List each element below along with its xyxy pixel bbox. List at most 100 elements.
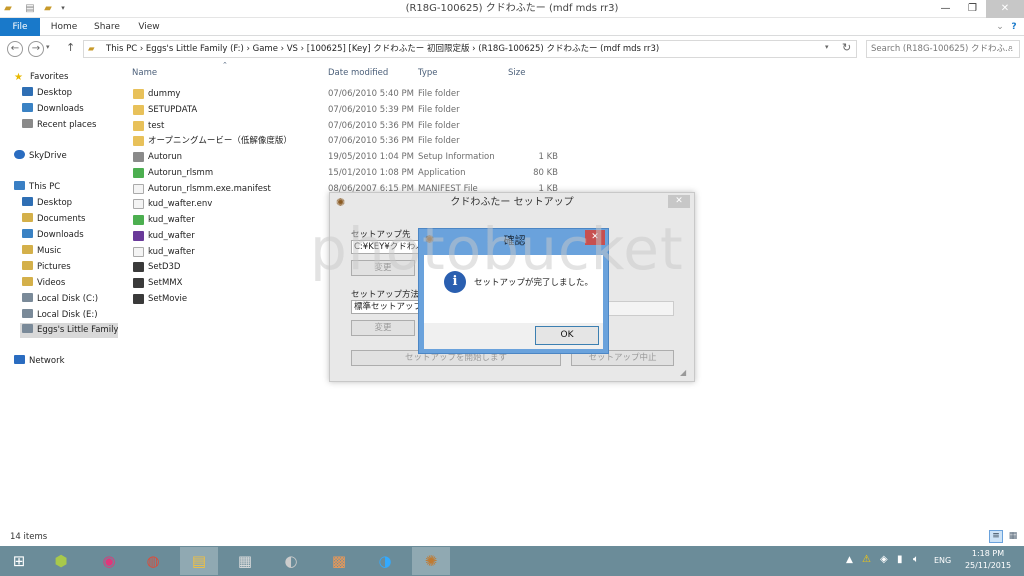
nav-label: Downloads [37,104,84,114]
file-type: Setup Information [418,152,495,162]
clock-time: 1:18 PM [971,549,1005,558]
file-name: SetMMX [148,278,183,288]
tool-app-icon[interactable]: ◐ [272,547,310,575]
file-row[interactable]: Autorun_rlsmm 15/01/2010 1:08 PM Applicati… [131,165,591,181]
network-signal-icon[interactable]: ▮ [897,554,903,565]
tab-view[interactable]: View [132,18,166,36]
file-row[interactable]: Autorun 19/05/2010 1:04 PM Setup Informati… [131,149,591,165]
column-header-size[interactable]: Size [508,66,525,80]
address-dropdown-icon[interactable]: ▾ [825,43,829,51]
nav-pc-documents[interactable]: Documents [22,212,142,227]
nav-thispc[interactable]: This PC [14,180,134,195]
nav-pc-desktop[interactable]: Desktop [22,196,142,211]
nav-network[interactable]: Network [14,354,134,369]
column-header-date[interactable]: Date modified [328,66,388,80]
nav-fav-desktop[interactable]: Desktop [22,86,142,101]
resize-grip-icon[interactable]: ◢ [680,368,686,377]
nav-favorites[interactable]: ★ Favorites [14,70,134,85]
help-icon[interactable]: ? [1008,18,1020,36]
nav-pc-music[interactable]: Music [22,244,142,259]
nav-pc-downloads[interactable]: Downloads [22,228,142,243]
file-explorer-icon[interactable]: ▤ [180,547,218,575]
app-icon [133,215,144,225]
file-row[interactable]: オープニングムービー（低解像度版） 07/06/2010 5:36 PM File … [131,133,591,149]
expand-ribbon-icon[interactable]: ⌄ [994,18,1006,36]
media-player-icon[interactable]: ◉ [90,547,128,575]
start-button[interactable]: ⊞ [0,547,38,575]
volume-icon[interactable]: 🔈︎ [913,554,919,565]
app-tray-icon[interactable]: ◈ [880,554,888,565]
customize-quick-access-icon[interactable]: ▾ [57,2,69,15]
refresh-icon[interactable]: ↻ [842,41,851,54]
input-language[interactable]: ENG [934,556,951,565]
forward-button[interactable]: → [28,41,44,57]
up-arrow-icon[interactable]: ↑ [66,41,75,54]
method-option-field[interactable] [608,301,674,316]
file-name: kud_wafter [148,230,195,241]
file-date: 07/06/2010 5:40 PM [328,89,414,99]
downloads-icon [22,103,33,112]
remote-app-icon[interactable]: ▦ [226,547,264,575]
recent-locations-icon[interactable]: ▾ [46,43,50,51]
file-name: Autorun_rlsmm.exe.manifest [148,183,271,194]
show-hidden-icons-icon[interactable]: ▲ [846,555,853,565]
recent-places-icon [22,119,33,128]
large-icons-view-icon[interactable]: ▦ [1006,530,1020,543]
maximize-button[interactable]: ❐ [959,0,986,18]
change-method-button[interactable]: 変更 [351,320,415,336]
file-row[interactable]: SETUPDATA 07/06/2010 5:39 PM File folder [131,102,591,118]
tab-home[interactable]: Home [46,18,82,36]
folder-icon [133,120,144,131]
minimize-button[interactable]: — [932,0,959,18]
search-input[interactable]: Search (R18G-100625) クドわふ... [866,40,1020,58]
file-name: Autorun [148,152,183,162]
new-folder-icon[interactable]: ▰ [42,2,54,15]
info-icon: i [444,271,466,293]
app-icon [133,167,144,178]
nav-fav-recent[interactable]: Recent places [22,118,142,133]
chrome-icon[interactable]: ◍ [134,547,172,575]
warning-icon[interactable]: ⚠ [862,554,871,565]
status-item-count: 14 items [10,532,48,542]
tab-file[interactable]: File [0,18,40,36]
file-row[interactable]: test 07/06/2010 5:36 PM File folder [131,118,591,134]
column-header-type[interactable]: Type [418,66,438,80]
nav-pc-disk-e[interactable]: Local Disk (E:) [22,308,142,323]
sort-ascending-icon: ⌃ [222,61,228,69]
nav-pc-pictures[interactable]: Pictures [22,260,142,275]
column-header-name[interactable]: Name [132,66,157,80]
file-row[interactable]: dummy 07/06/2010 5:40 PM File folder [131,86,591,102]
grid-app-icon[interactable]: ▩ [320,547,358,575]
method-field[interactable]: 標準セットアップ [351,300,421,314]
back-button[interactable]: ← [7,41,23,57]
file-name: test [148,120,165,131]
address-bar[interactable]: ▰ This PC › Eggs's Little Family (F:) › … [83,40,857,58]
dest-field[interactable]: C:¥KEY¥クドわふ [351,240,421,254]
nav-skydrive[interactable]: SkyDrive [14,149,134,164]
dialog-close-button[interactable]: ✕ [585,230,605,245]
file-name: kud_wafter [148,215,195,225]
file-type: File folder [418,104,460,115]
file-name: SETUPDATA [148,104,198,115]
nav-pc-videos[interactable]: Videos [22,276,142,291]
file-icon [133,246,144,257]
tool-icon [133,293,144,304]
nav-pc-disk-c[interactable]: Local Disk (C:) [22,292,142,307]
tab-share[interactable]: Share [88,18,126,36]
file-date: 19/05/2010 1:04 PM [328,152,414,162]
close-button[interactable]: ✕ [986,0,1024,18]
nav-pc-disk-f[interactable]: Eggs's Little Family ( [20,323,118,338]
setup-paw-icon[interactable]: ✺ [412,547,450,575]
file-type: File folder [418,120,460,131]
details-view-icon[interactable]: ≡ [989,530,1003,543]
properties-icon[interactable]: ▤ [24,2,36,15]
tool-icon [133,262,144,273]
nav-label: Downloads [37,230,84,240]
ok-button[interactable]: OK [535,326,599,345]
setup-close-button[interactable]: ✕ [668,195,690,208]
browser-app-icon[interactable]: ◑ [366,547,404,575]
clock[interactable]: 1:18 PM 25/11/2015 [960,548,1016,572]
change-dest-button[interactable]: 変更 [351,260,415,276]
android-studio-icon[interactable]: ⬢ [42,547,80,575]
nav-fav-downloads[interactable]: Downloads [22,102,142,117]
